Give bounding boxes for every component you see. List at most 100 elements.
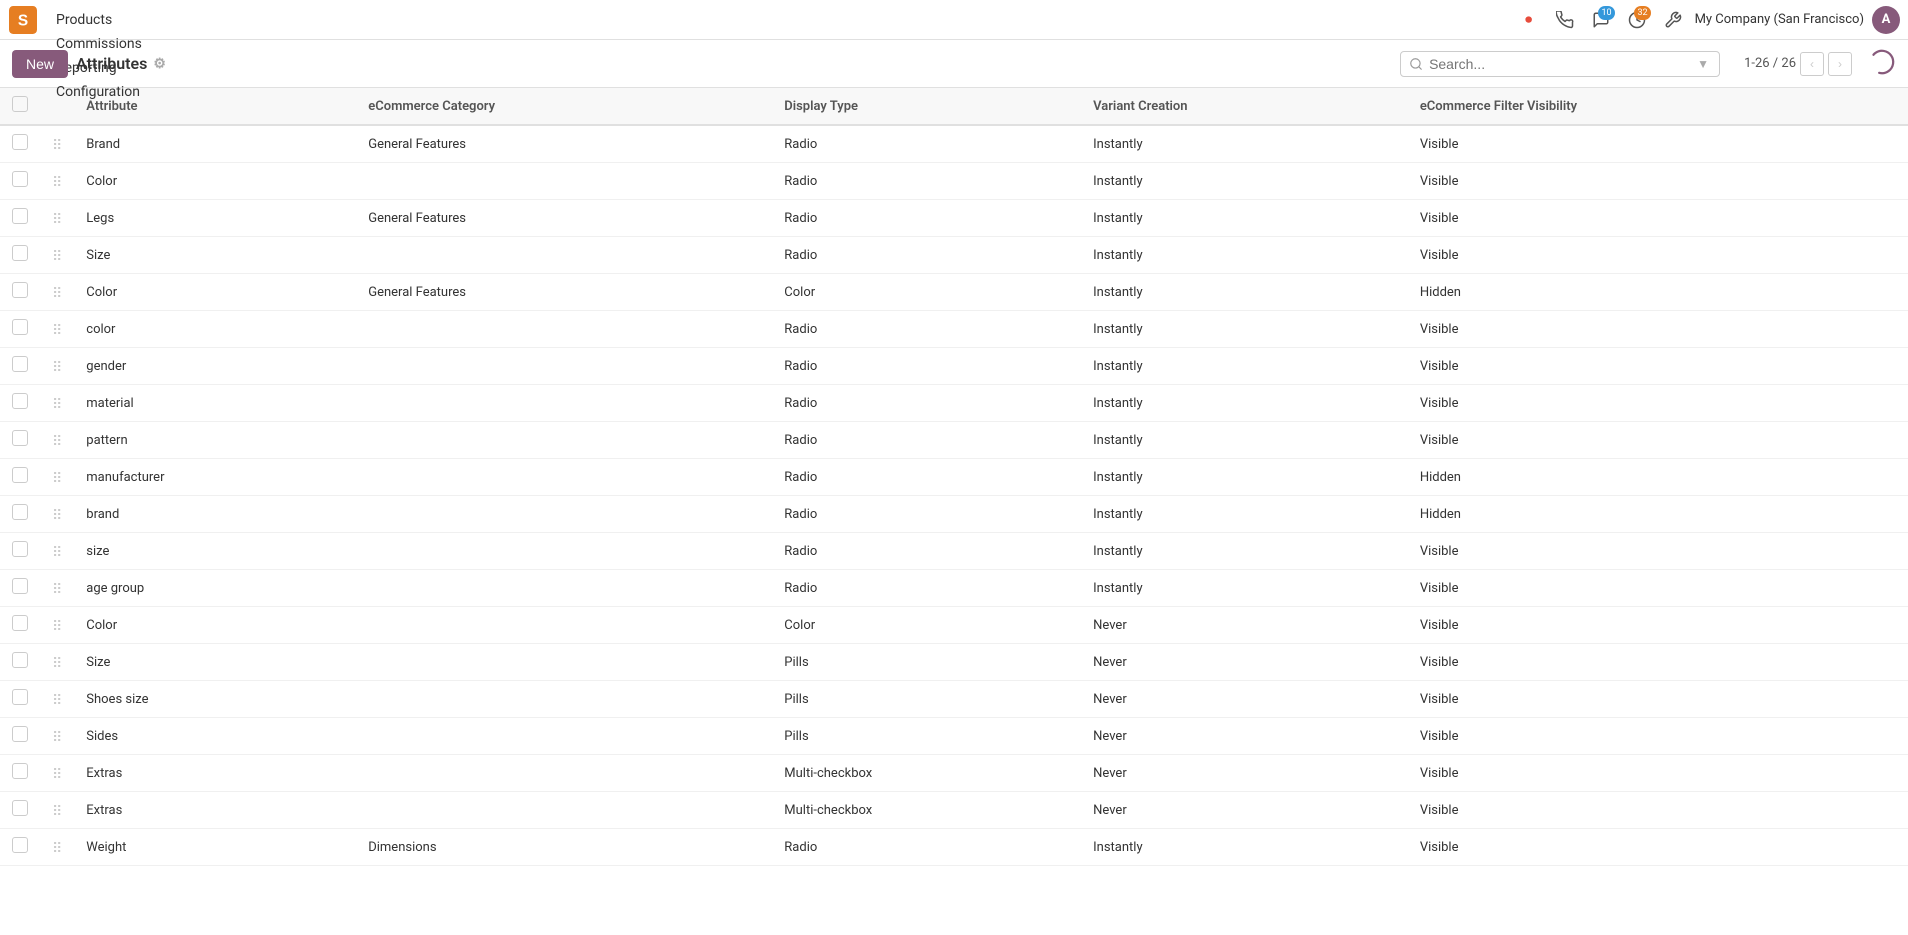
navbar-item-products[interactable]: Products <box>46 8 152 32</box>
table-row[interactable]: ⠿genderRadioInstantlyVisible <box>0 348 1908 385</box>
table-row[interactable]: ⠿ExtrasMulti-checkboxNeverVisible <box>0 755 1908 792</box>
row-checkbox[interactable] <box>12 356 28 372</box>
table-row[interactable]: ⠿materialRadioInstantlyVisible <box>0 385 1908 422</box>
ecommerce-category-cell <box>356 163 772 200</box>
variant-creation-cell: Instantly <box>1081 274 1408 311</box>
drag-handle[interactable]: ⠿ <box>40 200 74 237</box>
table-row[interactable]: ⠿colorRadioInstantlyVisible <box>0 311 1908 348</box>
page-title: Attributes <box>76 54 147 73</box>
row-checkbox[interactable] <box>12 171 28 187</box>
table-row[interactable]: ⠿sizeRadioInstantlyVisible <box>0 533 1908 570</box>
record-icon[interactable]: ⏺ <box>1515 6 1543 34</box>
row-checkbox[interactable] <box>12 652 28 668</box>
display-type-cell: Radio <box>772 163 1081 200</box>
row-checkbox[interactable] <box>12 245 28 261</box>
table-row[interactable]: ⠿SidesPillsNeverVisible <box>0 718 1908 755</box>
table-row[interactable]: ⠿WeightDimensionsRadioInstantlyVisible <box>0 829 1908 866</box>
new-button[interactable]: New <box>12 50 68 78</box>
company-name[interactable]: My Company (San Francisco) <box>1695 12 1864 27</box>
attribute-cell: age group <box>74 570 356 607</box>
drag-handle[interactable]: ⠿ <box>40 755 74 792</box>
drag-handle[interactable]: ⠿ <box>40 237 74 274</box>
phone-icon[interactable] <box>1551 6 1579 34</box>
select-all-checkbox[interactable] <box>12 96 28 112</box>
drag-handle[interactable]: ⠿ <box>40 792 74 829</box>
drag-handle[interactable]: ⠿ <box>40 681 74 718</box>
pagination-next-button[interactable]: › <box>1828 52 1852 76</box>
variant-creation-cell: Never <box>1081 718 1408 755</box>
page-title-container: Attributes ⚙ <box>76 54 166 73</box>
table-row[interactable]: ⠿ColorColorNeverVisible <box>0 607 1908 644</box>
row-checkbox[interactable] <box>12 134 28 150</box>
drag-handle[interactable]: ⠿ <box>40 385 74 422</box>
table-header-row: Attribute eCommerce Category Display Typ… <box>0 88 1908 125</box>
th-display-type[interactable]: Display Type <box>772 88 1081 125</box>
drag-handle[interactable]: ⠿ <box>40 274 74 311</box>
table-row[interactable]: ⠿age groupRadioInstantlyVisible <box>0 570 1908 607</box>
table-row[interactable]: ⠿patternRadioInstantlyVisible <box>0 422 1908 459</box>
th-variant-creation[interactable]: Variant Creation <box>1081 88 1408 125</box>
row-checkbox[interactable] <box>12 467 28 483</box>
drag-handle[interactable]: ⠿ <box>40 570 74 607</box>
attribute-cell: Brand <box>74 125 356 163</box>
table-row[interactable]: ⠿Shoes sizePillsNeverVisible <box>0 681 1908 718</box>
wrench-icon[interactable] <box>1659 6 1687 34</box>
drag-handle[interactable]: ⠿ <box>40 422 74 459</box>
row-checkbox[interactable] <box>12 800 28 816</box>
drag-handle[interactable]: ⠿ <box>40 348 74 385</box>
filter-visibility-cell: Visible <box>1408 607 1908 644</box>
row-checkbox[interactable] <box>12 393 28 409</box>
display-type-cell: Radio <box>772 570 1081 607</box>
row-checkbox[interactable] <box>12 578 28 594</box>
table-row[interactable]: ⠿ColorRadioInstantlyVisible <box>0 163 1908 200</box>
drag-handle[interactable]: ⠿ <box>40 496 74 533</box>
app-logo[interactable]: S <box>8 5 38 35</box>
gear-icon[interactable]: ⚙ <box>153 56 166 72</box>
th-select-all[interactable] <box>0 88 40 125</box>
drag-handle[interactable]: ⠿ <box>40 718 74 755</box>
drag-handle[interactable]: ⠿ <box>40 125 74 163</box>
attribute-cell: Size <box>74 644 356 681</box>
row-checkbox[interactable] <box>12 763 28 779</box>
drag-handle[interactable]: ⠿ <box>40 533 74 570</box>
drag-handle[interactable]: ⠿ <box>40 829 74 866</box>
row-checkbox[interactable] <box>12 837 28 853</box>
row-checkbox[interactable] <box>12 541 28 557</box>
table-row[interactable]: ⠿BrandGeneral FeaturesRadioInstantlyVisi… <box>0 125 1908 163</box>
row-checkbox[interactable] <box>12 726 28 742</box>
pagination-prev-button[interactable]: ‹ <box>1800 52 1824 76</box>
table-row[interactable]: ⠿SizeRadioInstantlyVisible <box>0 237 1908 274</box>
row-checkbox[interactable] <box>12 504 28 520</box>
drag-handle[interactable]: ⠿ <box>40 607 74 644</box>
chat-icon[interactable]: 10 <box>1587 6 1615 34</box>
navbar-item-to-invoice[interactable]: To Invoice <box>46 0 152 8</box>
search-input[interactable] <box>1429 56 1689 72</box>
th-ecommerce-filter-visibility[interactable]: eCommerce Filter Visibility <box>1408 88 1908 125</box>
table-row[interactable]: ⠿ColorGeneral FeaturesColorInstantlyHidd… <box>0 274 1908 311</box>
drag-handle[interactable]: ⠿ <box>40 644 74 681</box>
table-row[interactable]: ⠿brandRadioInstantlyHidden <box>0 496 1908 533</box>
row-checkbox[interactable] <box>12 208 28 224</box>
drag-handle[interactable]: ⠿ <box>40 459 74 496</box>
drag-handle[interactable]: ⠿ <box>40 163 74 200</box>
table-row[interactable]: ⠿LegsGeneral FeaturesRadioInstantlyVisib… <box>0 200 1908 237</box>
row-checkbox[interactable] <box>12 430 28 446</box>
variant-creation-cell: Instantly <box>1081 348 1408 385</box>
variant-creation-cell: Never <box>1081 792 1408 829</box>
row-checkbox[interactable] <box>12 282 28 298</box>
drag-handle[interactable]: ⠿ <box>40 311 74 348</box>
search-dropdown-button[interactable]: ▼ <box>1695 57 1711 71</box>
avatar[interactable]: A <box>1872 6 1900 34</box>
attribute-cell: size <box>74 533 356 570</box>
table-row[interactable]: ⠿manufacturerRadioInstantlyHidden <box>0 459 1908 496</box>
row-checkbox-cell <box>0 792 40 829</box>
table-row[interactable]: ⠿ExtrasMulti-checkboxNeverVisible <box>0 792 1908 829</box>
ecommerce-category-cell <box>356 718 772 755</box>
filter-visibility-cell: Visible <box>1408 792 1908 829</box>
table-row[interactable]: ⠿SizePillsNeverVisible <box>0 644 1908 681</box>
th-ecommerce-category[interactable]: eCommerce Category <box>356 88 772 125</box>
activity-icon[interactable]: 32 <box>1623 6 1651 34</box>
row-checkbox[interactable] <box>12 689 28 705</box>
row-checkbox[interactable] <box>12 319 28 335</box>
row-checkbox[interactable] <box>12 615 28 631</box>
